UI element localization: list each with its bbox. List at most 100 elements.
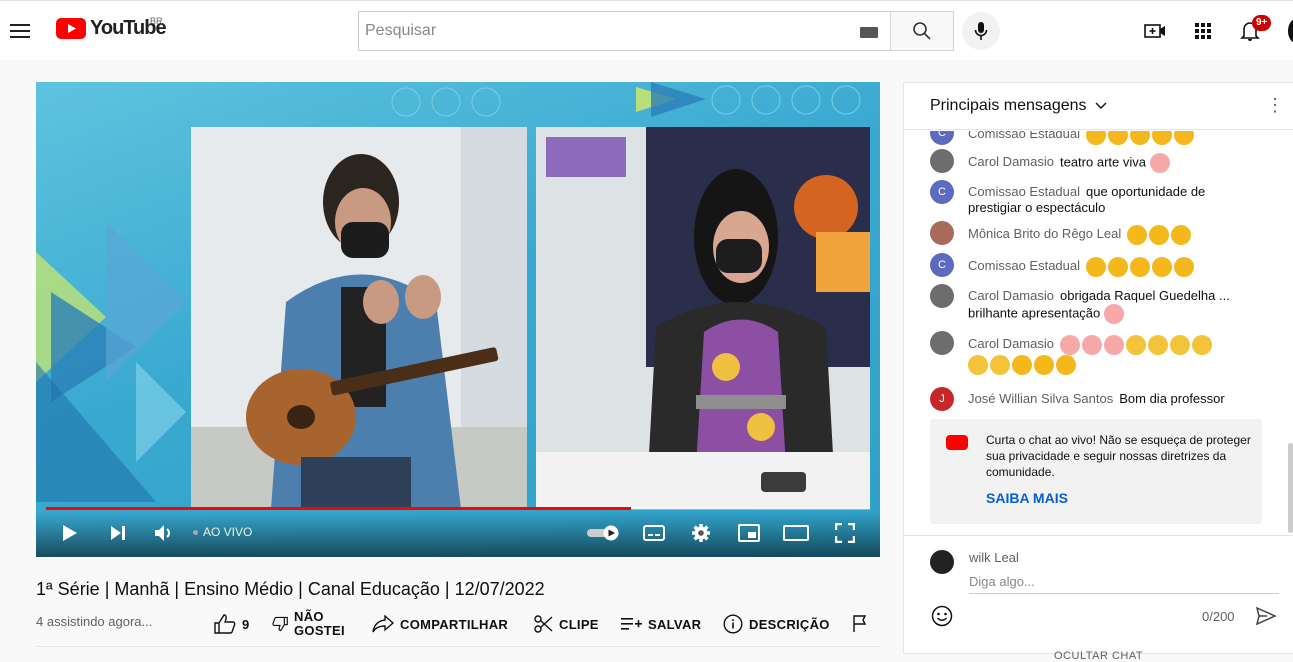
miniplayer-icon[interactable] xyxy=(736,520,762,546)
avatar: J xyxy=(930,387,954,411)
message-author: Mônica Brito do Rêgo Leal xyxy=(968,226,1122,242)
save-playlist-icon xyxy=(621,618,642,630)
avatar xyxy=(930,284,954,308)
chat-mode-label: Principais mensagens xyxy=(930,97,1087,114)
live-dot xyxy=(193,529,198,535)
hug-face-emoji xyxy=(1103,304,1124,324)
scissors-icon xyxy=(534,615,553,633)
chat-message[interactable]: C Comissao Estadual que oportunidade de p… xyxy=(930,180,1260,216)
description-button[interactable]: DESCRIÇÃO xyxy=(723,609,830,639)
search-icon xyxy=(913,22,931,40)
chat-safety-notice: Curta o chat ao vivo! Não se esqueça de … xyxy=(930,419,1262,524)
chat-mode-dropdown[interactable]: Principais mensagens xyxy=(930,97,1107,115)
avatar xyxy=(930,331,954,355)
thumbs-up-icon xyxy=(214,614,236,634)
info-divider xyxy=(36,646,880,647)
report-flag-button[interactable] xyxy=(852,609,870,639)
message-author: Comissao Estadual xyxy=(968,258,1080,274)
chat-message[interactable]: Mônica Brito do Rêgo Leal xyxy=(930,221,1260,245)
hide-chat-button[interactable]: OCULTAR CHAT xyxy=(1054,650,1143,662)
presenter-left-frame xyxy=(191,127,527,509)
message-text: teatro arte viva xyxy=(1059,154,1146,170)
next-icon[interactable] xyxy=(106,520,130,546)
avatar xyxy=(930,550,954,574)
avatar: C xyxy=(930,131,954,145)
country-code: BR xyxy=(150,16,163,26)
chat-message[interactable]: C Comissao Estadual xyxy=(930,131,1260,145)
message-author: Comissao Estadual xyxy=(968,184,1080,199)
chat-message[interactable]: C Comissao Estadual xyxy=(930,253,1260,277)
share-label: COMPARTILHAR xyxy=(400,616,509,632)
apps-grid-icon[interactable] xyxy=(1191,19,1215,43)
clap-emoji-group xyxy=(1086,257,1196,277)
fullscreen-icon[interactable] xyxy=(832,520,858,546)
play-icon[interactable] xyxy=(58,520,82,546)
top-bar: YouTube BR 9+ xyxy=(0,0,1293,60)
viewer-count: 4 assistindo agora... xyxy=(36,614,153,629)
like-count: 9 xyxy=(242,616,250,632)
character-count: 0/200 xyxy=(1202,609,1235,624)
live-chat-panel: Principais mensagens ⋮ C Comissao Estadu… xyxy=(903,82,1293,662)
theater-mode-icon[interactable] xyxy=(782,520,810,546)
chat-message[interactable]: Carol Damasio obrigada Raquel Guedelha ..… xyxy=(930,284,1260,324)
message-text: Bom dia professor xyxy=(1119,391,1225,406)
live-indicator[interactable]: AO VIVO xyxy=(193,525,252,539)
search-input[interactable] xyxy=(358,11,891,51)
message-author: Carol Damasio xyxy=(968,336,1054,352)
presenter-right-frame xyxy=(536,127,870,509)
avatar xyxy=(930,221,954,245)
subtitles-icon[interactable] xyxy=(641,520,667,546)
youtube-play-icon xyxy=(56,18,86,39)
description-label: DESCRIÇÃO xyxy=(749,616,830,632)
chat-message[interactable]: Carol Damasio teatro arte viva xyxy=(930,149,1260,173)
chevron-down-icon xyxy=(1095,102,1107,109)
youtube-play-icon xyxy=(946,435,968,450)
more-options-icon[interactable]: ⋮ xyxy=(1266,95,1284,116)
share-icon xyxy=(372,615,394,633)
message-author: Carol Damasio xyxy=(968,288,1054,303)
account-avatar[interactable] xyxy=(1288,19,1293,43)
avatar xyxy=(930,149,954,173)
avatar: C xyxy=(930,253,954,277)
message-author: Carol Damasio xyxy=(968,154,1054,170)
clap-emoji-group xyxy=(1127,225,1193,245)
clip-button[interactable]: CLIPE xyxy=(533,609,599,639)
voice-search-button[interactable] xyxy=(962,12,1000,50)
create-video-icon[interactable] xyxy=(1143,19,1167,43)
chat-input-area: wilk Leal 0/200 OCULTAR CHAT xyxy=(904,535,1293,662)
avatar: C xyxy=(930,180,954,204)
live-label: AO VIVO xyxy=(203,525,253,539)
progress-fill xyxy=(46,507,632,510)
chat-message[interactable]: J José Willian Silva Santos Bom dia profe… xyxy=(930,387,1260,411)
dislike-label-line2: GOSTEI xyxy=(294,623,345,638)
volume-icon[interactable] xyxy=(151,520,177,546)
settings-gear-icon[interactable] xyxy=(688,520,714,546)
keyboard-icon[interactable] xyxy=(860,27,878,38)
microphone-icon xyxy=(974,22,988,40)
like-button[interactable]: 9 xyxy=(214,609,250,639)
save-button[interactable]: SALVAR xyxy=(620,609,701,639)
search-button[interactable] xyxy=(890,11,954,51)
clap-emoji-group xyxy=(1086,131,1196,145)
send-icon[interactable] xyxy=(1254,604,1278,628)
menu-icon[interactable] xyxy=(8,19,32,43)
message-author: Comissao Estadual xyxy=(968,131,1080,142)
emoji-picker-icon[interactable] xyxy=(930,604,954,628)
share-button[interactable]: COMPARTILHAR xyxy=(372,609,508,639)
thumbs-down-icon xyxy=(272,616,288,632)
chat-message-input[interactable] xyxy=(969,570,1279,594)
learn-more-link[interactable]: SAIBA MAIS xyxy=(986,490,1068,506)
autoplay-toggle-icon[interactable] xyxy=(586,520,622,546)
flag-icon xyxy=(853,615,867,632)
hug-face-emoji xyxy=(1149,153,1170,173)
save-label: SALVAR xyxy=(648,616,702,632)
progress-bar[interactable] xyxy=(46,507,870,510)
dislike-label-line1: NÃO xyxy=(294,609,324,624)
dislike-button[interactable]: NÃO GOSTEI xyxy=(272,609,345,639)
notice-text: Curta o chat ao vivo! Não se esqueça de … xyxy=(986,433,1251,479)
notification-badge: 9+ xyxy=(1252,15,1272,31)
chat-message[interactable]: Carol Damasio xyxy=(930,331,1260,375)
video-title: 1ª Série | Manhã | Ensino Médio | Canal … xyxy=(36,579,545,599)
chat-scrollbar[interactable] xyxy=(1288,443,1293,533)
video-player[interactable]: AO VIVO xyxy=(36,82,880,557)
